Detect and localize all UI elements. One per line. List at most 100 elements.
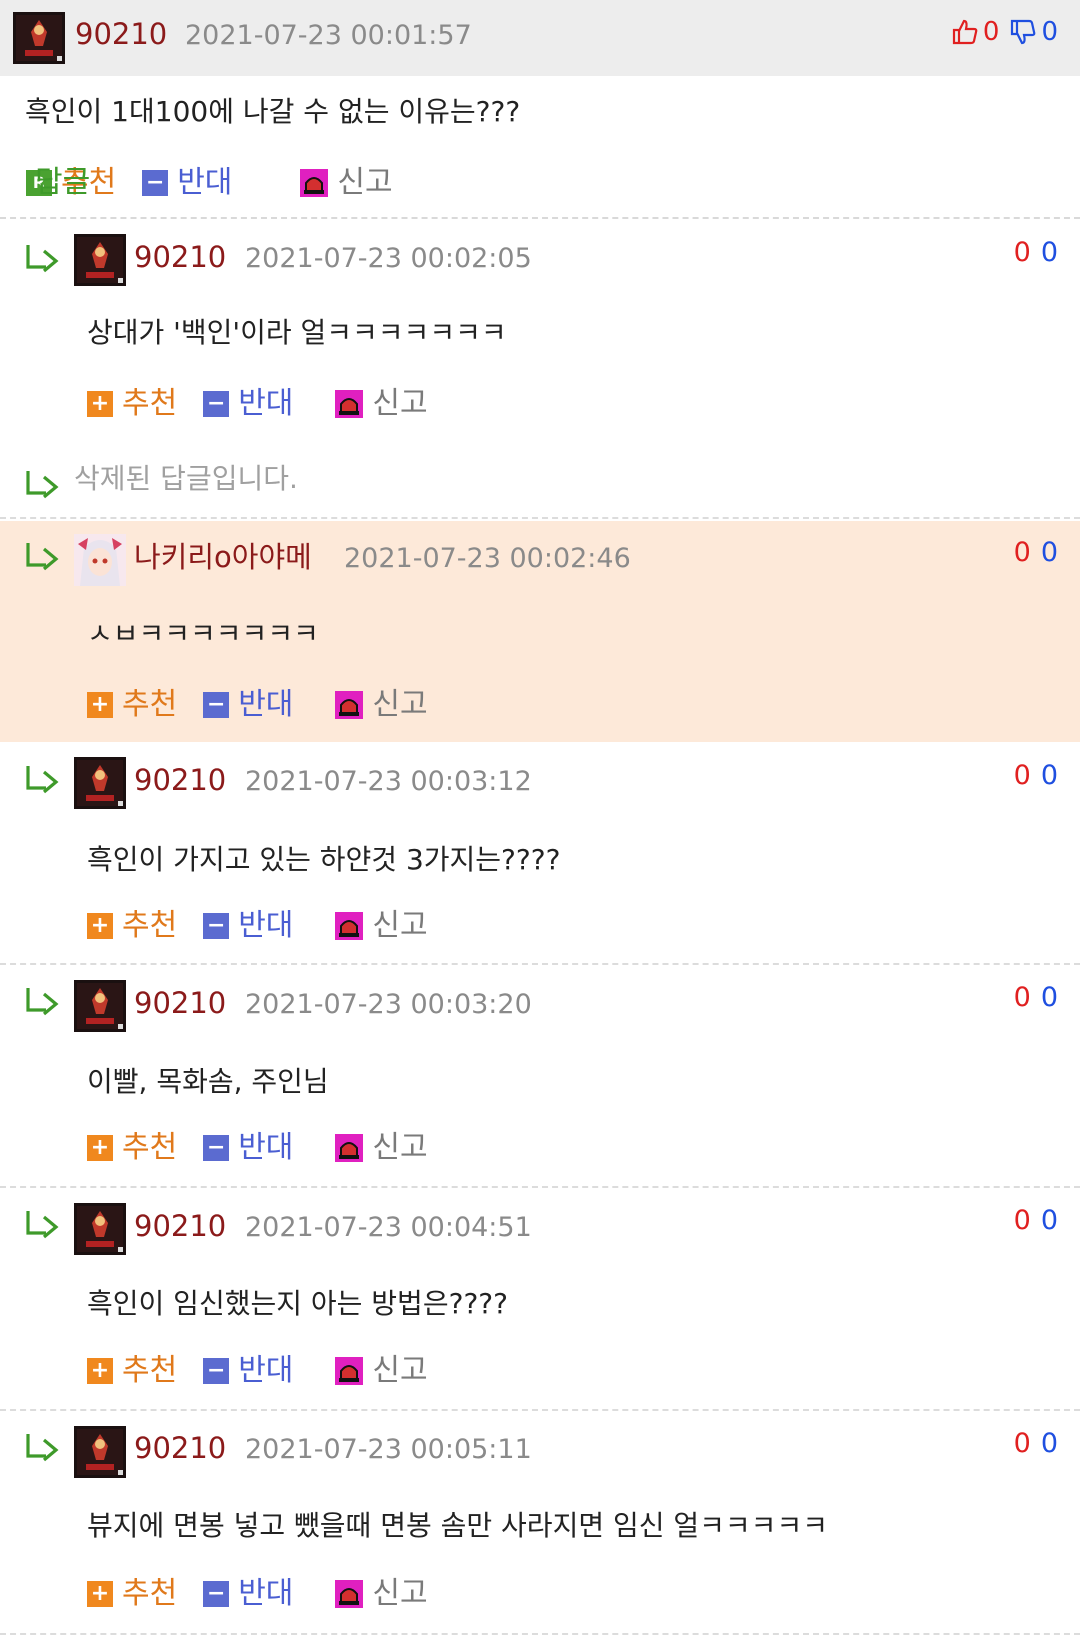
comment-body: 흑인이 1대100에 나갈 수 없는 이유는??? bbox=[25, 95, 521, 128]
recommend-label: 추천 bbox=[122, 386, 178, 421]
avatar[interactable] bbox=[74, 757, 126, 809]
avatar[interactable] bbox=[74, 234, 126, 286]
vote-counts: 0 0 bbox=[951, 14, 1058, 50]
recommend-button[interactable]: + 추천 bbox=[87, 1128, 177, 1168]
username[interactable]: 90210 bbox=[134, 983, 226, 1023]
username[interactable]: 90210 bbox=[134, 1428, 226, 1468]
oppose-label: 반대 bbox=[238, 1576, 294, 1611]
reply-arrow-icon bbox=[24, 1432, 60, 1462]
upvote-count[interactable]: 0 bbox=[1014, 760, 1031, 791]
report-button[interactable]: 신고 bbox=[335, 685, 428, 725]
plus-icon: + bbox=[87, 692, 113, 718]
reply-body: 상대가 '백인'이라 얼ㅋㅋㅋㅋㅋㅋㅋ bbox=[87, 316, 507, 349]
report-button[interactable]: 신고 bbox=[335, 384, 428, 424]
thumbs-down-icon[interactable] bbox=[1009, 18, 1037, 46]
reply-actions: + 추천 − 반대 신고 bbox=[87, 1128, 454, 1168]
avatar[interactable] bbox=[74, 534, 126, 586]
oppose-button[interactable]: − 반대 bbox=[203, 1574, 293, 1614]
thumbs-up-icon[interactable] bbox=[951, 18, 979, 46]
upvote-count[interactable]: 0 bbox=[1014, 1428, 1031, 1459]
reply-actions: + 추천 − 반대 신고 bbox=[87, 1574, 454, 1614]
username[interactable]: 90210 bbox=[75, 14, 167, 54]
username[interactable]: 90210 bbox=[134, 1206, 226, 1246]
report-button[interactable]: 신고 bbox=[335, 1351, 428, 1391]
oppose-button[interactable]: − 반대 bbox=[203, 906, 293, 946]
oppose-label: 반대 bbox=[238, 687, 294, 722]
report-label: 신고 bbox=[372, 386, 428, 421]
upvote-count[interactable]: 0 bbox=[1014, 237, 1031, 268]
plus-icon: + bbox=[87, 913, 113, 939]
recommend-button[interactable]: + 추천 bbox=[87, 685, 177, 725]
recommend-button[interactable]: + 추천 bbox=[87, 1351, 177, 1391]
upvote-count: 0 bbox=[982, 17, 1000, 47]
oppose-button[interactable]: − 반대 bbox=[203, 1351, 293, 1391]
oppose-button[interactable]: − 반대 bbox=[203, 1128, 293, 1168]
recommend-label: 추천 bbox=[122, 1576, 178, 1611]
avatar[interactable] bbox=[13, 12, 65, 64]
reply-arrow-icon bbox=[24, 764, 60, 794]
oppose-label: 반대 bbox=[238, 1353, 294, 1388]
upvote-count[interactable]: 0 bbox=[1014, 537, 1031, 568]
reply-body: 흑인이 가지고 있는 하얀것 3가지는???? bbox=[87, 843, 561, 876]
plus-icon: + bbox=[87, 1581, 113, 1607]
downvote-count[interactable]: 0 bbox=[1041, 982, 1058, 1013]
recommend-label: 추천 bbox=[122, 908, 178, 943]
timestamp: 2021-07-23 00:03:12 bbox=[245, 766, 532, 797]
downvote-count[interactable]: 0 bbox=[1041, 760, 1058, 791]
downvote-count[interactable]: 0 bbox=[1041, 537, 1058, 568]
username[interactable]: 90210 bbox=[134, 760, 226, 800]
oppose-button[interactable]: − 반대 bbox=[203, 685, 293, 725]
vote-counts: 00 bbox=[1014, 235, 1058, 271]
downvote-count: 0 bbox=[1041, 17, 1058, 47]
downvote-count[interactable]: 0 bbox=[1041, 237, 1058, 268]
minus-icon: − bbox=[203, 1581, 230, 1607]
avatar[interactable] bbox=[74, 1426, 126, 1478]
recommend-button[interactable]: + 추천 bbox=[87, 906, 177, 946]
recommend-label: 추천 bbox=[122, 1130, 178, 1165]
plus-icon: + bbox=[87, 1358, 113, 1384]
downvote-count[interactable]: 0 bbox=[1041, 1205, 1058, 1236]
timestamp: 2021-07-23 00:02:05 bbox=[245, 243, 532, 274]
downvote-count[interactable]: 0 bbox=[1041, 1428, 1058, 1459]
vote-counts: 00 bbox=[1014, 535, 1058, 571]
reply-comment: 나키리o아야메 2021-07-23 00:02:46 00 ㅅㅂㅋㅋㅋㅋㅋㅋㅋ… bbox=[0, 521, 1080, 742]
avatar[interactable] bbox=[74, 1203, 126, 1255]
siren-icon bbox=[335, 912, 363, 940]
reply-comment: 90210 2021-07-23 00:02:05 00 상대가 '백인'이라 … bbox=[0, 221, 1080, 441]
report-button[interactable]: 신고 bbox=[335, 906, 428, 946]
reply-arrow-icon bbox=[24, 243, 60, 273]
reply-comment: 90210 2021-07-23 00:05:11 00 뷰지에 면봉 넣고 뺐… bbox=[0, 1412, 1080, 1635]
username[interactable]: 나키리o아야메 bbox=[134, 537, 312, 577]
avatar[interactable] bbox=[74, 980, 126, 1032]
recommend-label: 추천 bbox=[122, 687, 178, 722]
vote-counts: 00 bbox=[1014, 758, 1058, 794]
report-button[interactable]: 신고 bbox=[335, 1128, 428, 1168]
oppose-label: 반대 bbox=[238, 386, 294, 421]
reply-actions: + 추천 − 반대 신고 bbox=[87, 1351, 454, 1391]
reply-actions: + 추천 − 반대 신고 bbox=[87, 384, 454, 424]
minus-icon: − bbox=[203, 913, 230, 939]
siren-icon bbox=[335, 1357, 363, 1385]
minus-icon: − bbox=[203, 692, 230, 718]
recommend-button[interactable]: + 추천 bbox=[87, 1574, 177, 1614]
reply-arrow-icon bbox=[24, 541, 60, 571]
report-label: 신고 bbox=[372, 908, 428, 943]
upvote-count[interactable]: 0 bbox=[1014, 1205, 1031, 1236]
recommend-button[interactable]: + 추천 bbox=[87, 384, 177, 424]
siren-icon bbox=[335, 1580, 363, 1608]
username[interactable]: 90210 bbox=[134, 237, 226, 277]
reply-body: 이빨, 목화솜, 주인님 bbox=[87, 1065, 329, 1098]
oppose-label: 반대 bbox=[238, 908, 294, 943]
top-comment: 90210 2021-07-23 00:01:57 0 0 흑인이 1대100에… bbox=[0, 0, 1080, 219]
comment-actions: + 추천 − 반대 R 답글 신고 bbox=[26, 163, 419, 203]
deleted-message: 삭제된 답글입니다. bbox=[74, 462, 298, 495]
reply-body: 흑인이 임신했는지 아는 방법은???? bbox=[87, 1287, 509, 1320]
oppose-button[interactable]: − 반대 bbox=[203, 384, 293, 424]
timestamp: 2021-07-23 00:01:57 bbox=[185, 20, 472, 51]
deleted-reply: 삭제된 답글입니다. bbox=[0, 441, 1080, 519]
reply-actions: + 추천 − 반대 신고 bbox=[87, 906, 454, 946]
report-button[interactable]: 신고 bbox=[335, 1574, 428, 1614]
report-label: 신고 bbox=[372, 1353, 428, 1388]
upvote-count[interactable]: 0 bbox=[1014, 982, 1031, 1013]
siren-icon bbox=[335, 390, 363, 418]
